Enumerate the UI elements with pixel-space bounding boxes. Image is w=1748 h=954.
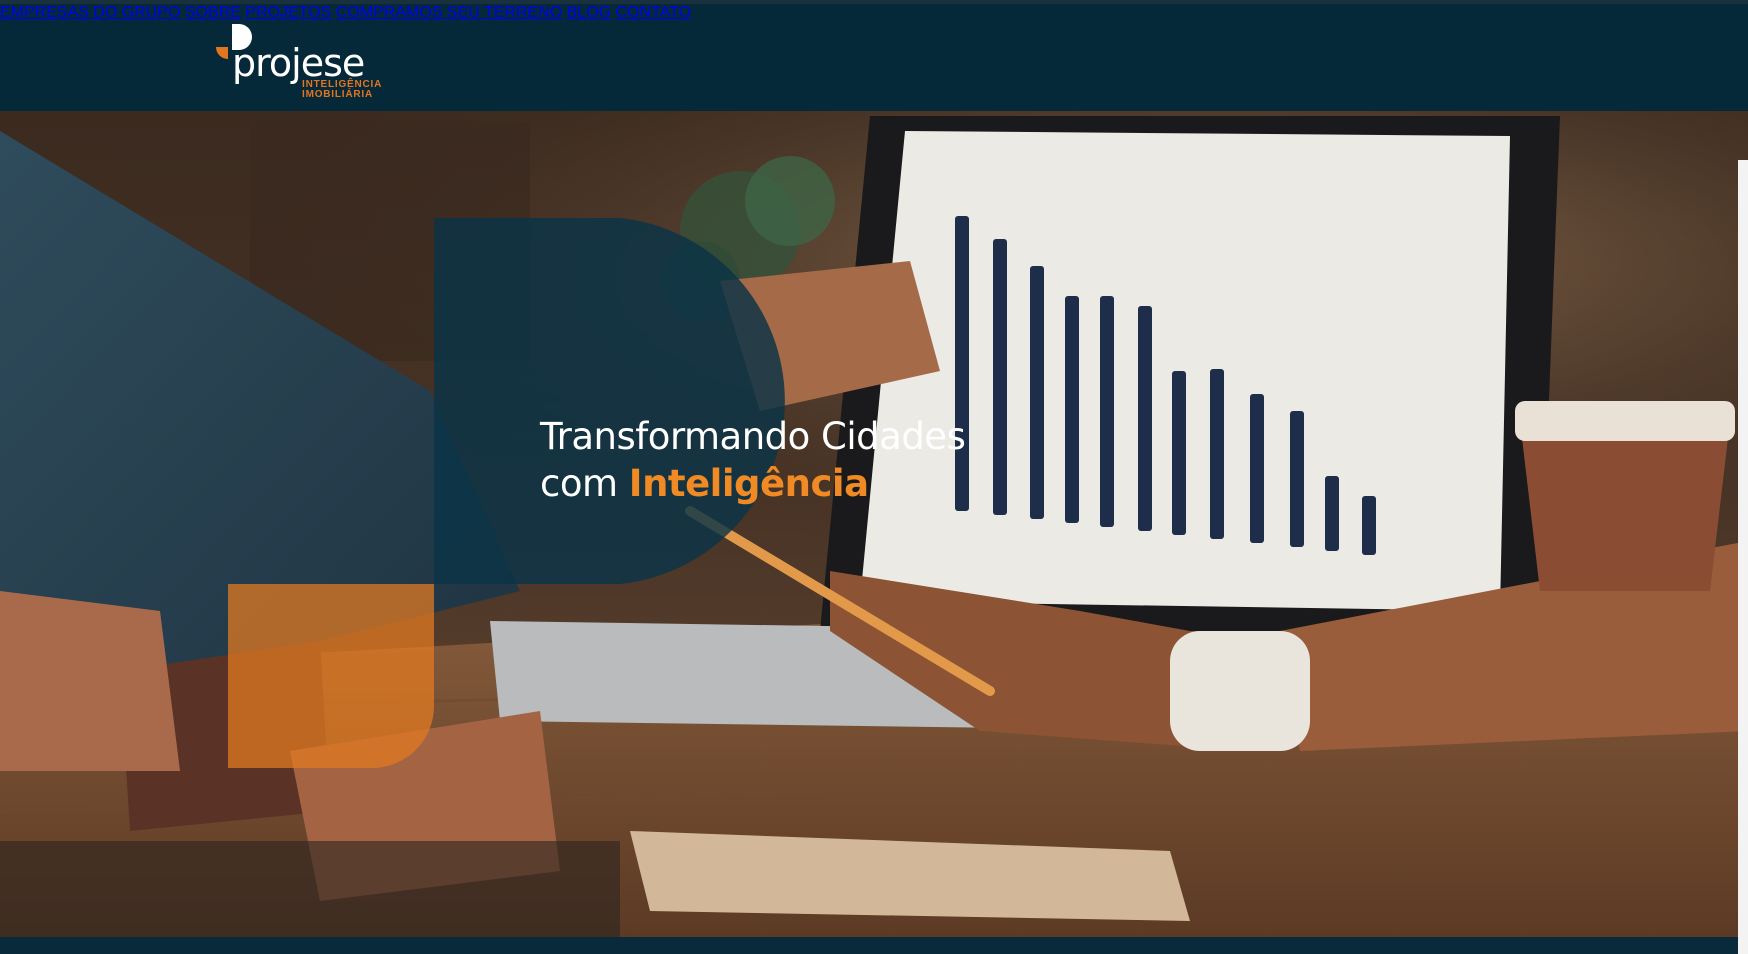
scrollbar[interactable] bbox=[1738, 160, 1748, 954]
nav-item-sobre[interactable]: SOBRE bbox=[185, 4, 241, 21]
hero-headline-highlight: Inteligência bbox=[628, 462, 869, 505]
logo-dot-icon bbox=[216, 47, 228, 59]
navy-p-shape bbox=[434, 218, 785, 584]
logo-tagline-line2: IMOBILIÁRIA bbox=[302, 89, 374, 100]
bottom-bar bbox=[0, 937, 1748, 954]
nav-item-blog[interactable]: BLOG bbox=[567, 4, 611, 21]
hero-headline-line2: com Inteligência bbox=[540, 461, 869, 507]
nav-item-empresas-do-grupo[interactable]: EMPRESAS DO GRUPO bbox=[0, 4, 180, 21]
hero-headline-prefix: com bbox=[540, 462, 629, 505]
logo-wordmark: projese bbox=[232, 41, 365, 85]
site-header: projese INTELIGÊNCIA IMOBILIÁRIA EMPRESA… bbox=[0, 0, 1748, 111]
hero-section: Transformando Cidades com Inteligência bbox=[0, 111, 1748, 937]
hero-decorative-shapes bbox=[228, 218, 785, 768]
nav-item-projetos[interactable]: PROJETOS bbox=[245, 4, 331, 21]
projese-logo[interactable]: projese INTELIGÊNCIA IMOBILIÁRIA bbox=[216, 22, 386, 102]
main-navigation: EMPRESAS DO GRUPO SOBRE PROJETOS COMPRAM… bbox=[0, 4, 1748, 22]
nav-item-compramos-seu-terreno[interactable]: COMPRAMOS SEU TERRENO bbox=[336, 4, 562, 21]
nav-item-contato[interactable]: CONTATO bbox=[616, 4, 692, 21]
hero-headline-line1: Transformando Cidades bbox=[540, 415, 966, 458]
orange-shape bbox=[228, 584, 434, 768]
page: projese INTELIGÊNCIA IMOBILIÁRIA EMPRESA… bbox=[0, 0, 1748, 954]
logo-tagline: INTELIGÊNCIA IMOBILIÁRIA bbox=[302, 80, 382, 100]
